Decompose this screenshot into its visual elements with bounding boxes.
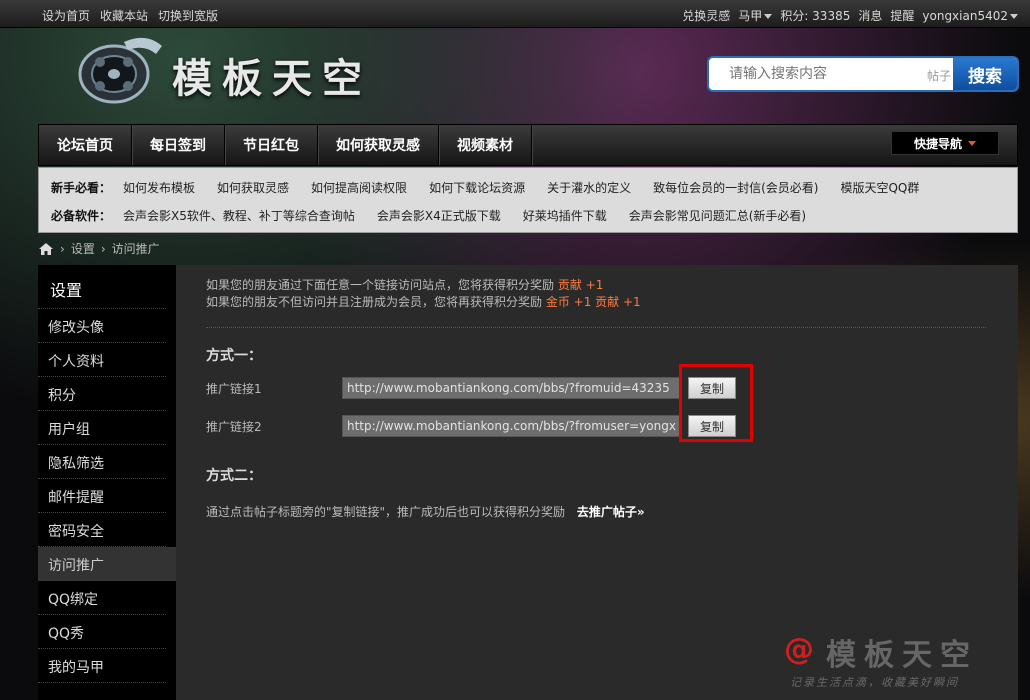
watermark-logo-text: 模板天空: [826, 638, 978, 673]
nav-how-get-inspiration[interactable]: 如何获取灵感: [318, 125, 439, 165]
link2-label: 推广链接2: [206, 420, 262, 434]
chevron-down-icon: [968, 140, 976, 146]
sublink[interactable]: 会声会影常见问题汇总(新手必看): [629, 207, 806, 224]
messages-link[interactable]: 消息: [858, 7, 882, 24]
highlight-box: [679, 364, 753, 442]
nav-daily-checkin[interactable]: 每日签到: [132, 125, 225, 165]
reward-text-2: 金币 +1 贡献 +1: [545, 295, 641, 309]
newbie-label: 新手必看：: [51, 181, 112, 195]
sidebar-item-email-reminder[interactable]: 邮件提醒: [38, 479, 166, 513]
exchange-link[interactable]: 兑换灵感: [682, 7, 730, 24]
note-line-1: 如果您的朋友通过下面任意一个链接访问站点，您将获得积分奖励: [206, 278, 555, 292]
username: yongxian5402: [922, 8, 1008, 23]
nav-video-materials[interactable]: 视频素材: [439, 125, 532, 165]
breadcrumb-current: 访问推广: [111, 242, 160, 256]
search-scope-selector[interactable]: 帖子: [927, 67, 951, 84]
bookmark-link[interactable]: 收藏本站: [100, 7, 148, 24]
method-two-text: 通过点击帖子标题旁的"复制链接"，推广成功后也可以获得积分奖励 去推广帖子»: [206, 503, 645, 520]
sublink[interactable]: 关于灌水的定义: [547, 179, 631, 196]
sublink[interactable]: 会声会影X5软件、教程、补丁等综合查询帖: [123, 207, 355, 224]
nav-forum-home[interactable]: 论坛首页: [39, 125, 132, 165]
horse-menu[interactable]: 马甲: [738, 7, 773, 24]
set-homepage-link[interactable]: 设为首页: [42, 7, 90, 24]
quick-nav-label: 快捷导航: [913, 136, 962, 151]
reward-text-1: 贡献 +1: [557, 278, 604, 292]
sublink[interactable]: 会声会影X4正式版下载: [377, 207, 501, 224]
breadcrumb-separator: ›: [100, 241, 106, 256]
reminder-link[interactable]: 提醒: [890, 7, 914, 24]
search-button[interactable]: 搜索: [953, 58, 1017, 90]
sidebar-item-my-alt[interactable]: 我的马甲: [38, 649, 166, 683]
quick-links-panel: 新手必看： 如何发布模板 如何获取灵感 如何提高阅读权限 如何下载论坛资源 关于…: [38, 167, 1018, 233]
sidebar-item-promotion[interactable]: 访问推广: [38, 547, 176, 581]
software-label: 必备软件：: [51, 209, 112, 223]
promote-posts-link[interactable]: 去推广帖子»: [577, 505, 645, 519]
sublink[interactable]: 如何发布模板: [123, 179, 195, 196]
sidebar-item-privacy[interactable]: 隐私筛选: [38, 445, 166, 479]
sidebar-item-qq-bind[interactable]: QQ绑定: [38, 581, 166, 615]
home-icon[interactable]: [38, 242, 54, 256]
promo-link-1-field[interactable]: [342, 377, 682, 399]
search-input[interactable]: [709, 58, 949, 90]
sublink[interactable]: 如何下载论坛资源: [429, 179, 525, 196]
sublink[interactable]: 好莱坞插件下载: [523, 207, 607, 224]
method-two-description: 通过点击帖子标题旁的"复制链接"，推广成功后也可以获得积分奖励: [206, 505, 566, 519]
method-two-heading: 方式二：: [206, 468, 262, 484]
top-utility-bar: 设为首页 收藏本站 切换到宽版 兑换灵感 马甲 积分: 33385 消息 提醒 …: [0, 0, 1030, 28]
watermark-at-symbol: @: [784, 632, 814, 667]
sublink[interactable]: 致每位会员的一封信(会员必看): [653, 179, 818, 196]
chevron-down-icon: [764, 14, 773, 19]
sidebar-title: 设置: [38, 265, 166, 309]
newbie-links-row: 新手必看： 如何发布模板 如何获取灵感 如何提高阅读权限 如何下载论坛资源 关于…: [51, 179, 941, 196]
watermark-slogan: 记录生活点滴，收藏美好瞬间: [790, 676, 959, 689]
breadcrumb-separator: ›: [60, 241, 65, 256]
site-logo-text[interactable]: 模板天空: [172, 46, 372, 104]
method-one-heading: 方式一：: [206, 348, 262, 364]
sublink[interactable]: 如何提高阅读权限: [311, 179, 407, 196]
breadcrumb: › 设置 › 访问推广: [38, 240, 160, 257]
search-box: 帖子 搜索: [707, 56, 1019, 92]
wide-mode-link[interactable]: 切换到宽版: [158, 7, 218, 24]
divider: [206, 327, 986, 328]
breadcrumb-settings[interactable]: 设置: [71, 240, 95, 257]
sidebar-item-credits[interactable]: 积分: [38, 377, 166, 411]
points-display[interactable]: 积分: 33385: [780, 7, 850, 24]
main-nav: 论坛首页 每日签到 节日红包 如何获取灵感 视频素材 快捷导航: [38, 124, 1018, 166]
settings-sidebar: 设置 修改头像 个人资料 积分 用户组 隐私筛选 邮件提醒 密码安全 访问推广 …: [38, 265, 176, 700]
sublink[interactable]: 如何获取灵感: [217, 179, 289, 196]
link1-label: 推广链接1: [206, 382, 262, 396]
nav-holiday-redpacket[interactable]: 节日红包: [225, 125, 318, 165]
sublink[interactable]: 模版天空QQ群: [840, 179, 919, 196]
username-menu[interactable]: yongxian5402: [922, 9, 1018, 23]
promotion-note: 如果您的朋友通过下面任意一个链接访问站点，您将获得积分奖励 贡献 +1 如果您的…: [206, 277, 641, 311]
sidebar-item-qq-show[interactable]: QQ秀: [38, 615, 166, 649]
chevron-down-icon: [1010, 13, 1018, 19]
promo-link-2-field[interactable]: [342, 415, 682, 437]
sidebar-item-avatar[interactable]: 修改头像: [38, 309, 166, 343]
film-reel-logo-icon[interactable]: [66, 28, 166, 108]
horse-label: 马甲: [738, 9, 763, 23]
software-links-row: 必备软件： 会声会影X5软件、教程、补丁等综合查询帖 会声会影X4正式版下载 好…: [51, 207, 828, 224]
sidebar-item-usergroup[interactable]: 用户组: [38, 411, 166, 445]
watermark: @ 模板天空 记录生活点滴，收藏美好瞬间: [770, 628, 1020, 694]
quick-nav-button[interactable]: 快捷导航: [891, 131, 999, 155]
sidebar-item-profile[interactable]: 个人资料: [38, 343, 166, 377]
sidebar-item-password[interactable]: 密码安全: [38, 513, 166, 547]
note-line-2: 如果您的朋友不但访问并且注册成为会员，您将再获得积分奖励: [206, 295, 543, 309]
